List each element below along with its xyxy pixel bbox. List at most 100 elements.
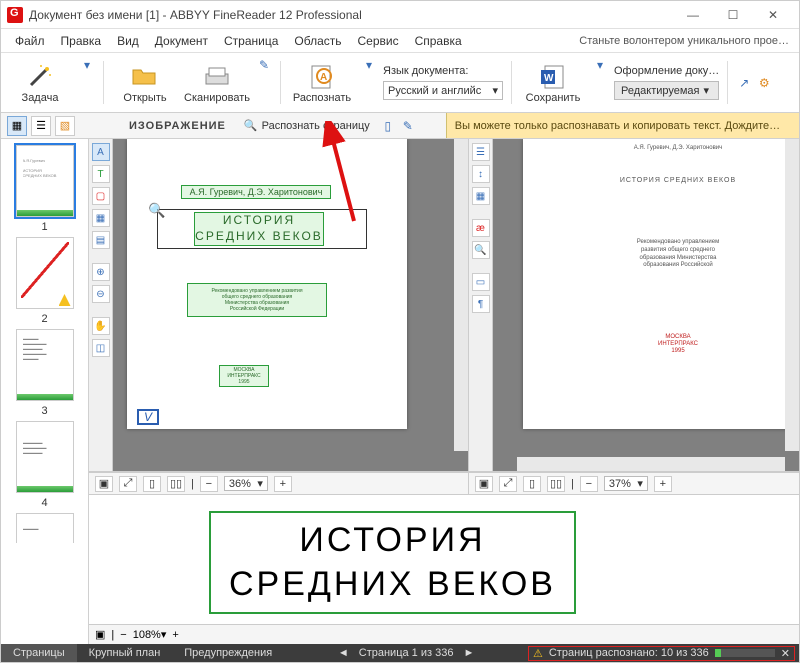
img-page-icon[interactable]: ▯ <box>143 476 161 492</box>
status-tab-close[interactable]: Крупный план <box>77 644 173 662</box>
status-tab-warnings[interactable]: Предупреждения <box>172 644 284 662</box>
menu-page[interactable]: Страница <box>216 32 286 50</box>
scan-settings-icon[interactable]: ✎ <box>256 57 272 73</box>
area-rec[interactable]: Рекомендовано управлением развития общег… <box>187 283 327 317</box>
txt-fith-icon[interactable]: ⤢ <box>499 476 517 492</box>
img-2page-icon[interactable]: ▯▯ <box>167 476 185 492</box>
image-scroll-v[interactable] <box>454 139 468 451</box>
close-icon[interactable]: ✕ <box>781 647 790 660</box>
save-button[interactable]: W Сохранить <box>520 57 586 108</box>
img-zoom-in[interactable]: + <box>274 476 292 492</box>
save-dropdown-icon[interactable]: ▾ <box>592 57 608 73</box>
main-area: А.Я.ГуревичИСТОРИЯСРЕДНИХ ВЕКОВ 1 2 ▬▬▬▬… <box>1 139 799 644</box>
txt-zoom-out[interactable]: − <box>580 476 598 492</box>
eraser-tool[interactable]: ◫ <box>92 339 110 357</box>
recognize-button[interactable]: A Распознать <box>289 57 355 108</box>
text-scroll-v[interactable] <box>785 139 799 451</box>
close-zoom-in[interactable]: + <box>172 629 178 641</box>
folder-icon <box>131 62 159 90</box>
area-publisher[interactable]: МОСКВА ИНТЕРПРАКС 1995 <box>219 365 269 387</box>
menu-help[interactable]: Справка <box>407 32 470 50</box>
page-thumbnail-5[interactable]: ▬▬▬▬ <box>16 513 74 543</box>
task-dropdown-icon[interactable]: ▾ <box>79 57 95 73</box>
img-zoom-out[interactable]: − <box>200 476 218 492</box>
info-banner: Вы можете только распознавать и копирова… <box>446 113 799 138</box>
language-select[interactable]: Русский и английс ▾ <box>383 81 503 100</box>
area-title[interactable]: ИСТОРИЯСРЕДНИХ ВЕКОВ <box>194 212 324 246</box>
select-tool[interactable]: A <box>92 143 110 161</box>
cut-part-tool[interactable]: ⊖ <box>92 285 110 303</box>
style-value: Редактируемая <box>621 85 700 97</box>
page-thumbnail-3[interactable]: ▬▬▬▬▬▬▬▬▬▬▬▬▬▬▬▬▬▬▬▬▬▬▬▬▬ <box>16 329 74 401</box>
pager-next-icon[interactable]: ► <box>463 647 474 659</box>
table-area-tool[interactable]: ▦ <box>92 209 110 227</box>
menu-service[interactable]: Сервис <box>350 32 407 50</box>
img-fith-icon[interactable]: ⤢ <box>119 476 137 492</box>
status-tab-pages[interactable]: Страницы <box>1 644 77 662</box>
txt-zoom-value[interactable]: 37%▾ <box>604 476 648 491</box>
menu-file[interactable]: Файл <box>7 32 53 50</box>
app-icon <box>7 7 23 23</box>
thumb-4-num: 4 <box>41 497 47 509</box>
area-tool-icon[interactable]: ▯ <box>380 118 396 134</box>
txt-page-icon[interactable]: ▯ <box>523 476 541 492</box>
txt-fit-icon[interactable]: ▣ <box>475 476 493 492</box>
pager-prev-icon[interactable]: ◄ <box>338 647 349 659</box>
style-select[interactable]: Редактируемая ▾ <box>614 81 719 100</box>
hand-tool[interactable]: ✋ <box>92 317 110 335</box>
view-details-button[interactable]: ☰ <box>31 116 51 136</box>
options-icon[interactable]: ⚙ <box>756 75 772 91</box>
view-thumbnails-button[interactable]: ▦ <box>7 116 27 136</box>
add-part-tool[interactable]: ⊕ <box>92 263 110 281</box>
send-icon[interactable]: ↗ <box>736 75 752 91</box>
text-scroll-h[interactable] <box>517 457 785 471</box>
area-authors[interactable]: А.Я. Гуревич, Д.Э. Харитонович <box>181 185 331 199</box>
scan-button[interactable]: Сканировать <box>184 57 250 108</box>
picture-area-tool[interactable]: ▢ <box>92 187 110 205</box>
image-zoom-bar: ▣ ⤢ ▯ ▯▯ | − 36%▾ + <box>89 472 469 494</box>
view-add-button[interactable]: ▧ <box>55 116 75 136</box>
menu-document[interactable]: Документ <box>147 32 216 50</box>
menu-area[interactable]: Область <box>286 32 349 50</box>
close-fit-icon[interactable]: ▣ <box>95 628 105 641</box>
txt-tool-4[interactable]: æ <box>472 219 490 237</box>
txt-tool-3[interactable]: ▦ <box>472 187 490 205</box>
thumb-3-num: 3 <box>41 405 47 417</box>
volunteer-link[interactable]: Станьте волонтером уникального прое… <box>579 35 793 47</box>
close-up-pane[interactable]: ИСТОРИЯ СРЕДНИХ ВЕКОВ ▣ | − 108%▾ + <box>89 494 799 644</box>
img-zoom-value[interactable]: 36%▾ <box>224 476 268 491</box>
txt-title: ИСТОРИЯ СРЕДНИХ ВЕКОВ <box>523 177 799 184</box>
txt-tool-1[interactable]: ☰ <box>472 143 490 161</box>
page-thumbnail-4[interactable]: ▬▬▬▬▬▬▬▬▬▬▬▬▬▬▬▬ <box>16 421 74 493</box>
maximize-button[interactable]: ☐ <box>713 1 753 29</box>
close-button[interactable]: ✕ <box>753 1 793 29</box>
txt-tool-2[interactable]: ↕ <box>472 165 490 183</box>
barcode-area-tool[interactable]: ▤ <box>92 231 110 249</box>
minimize-button[interactable]: — <box>673 1 713 29</box>
menu-edit[interactable]: Правка <box>53 32 110 50</box>
menu-view[interactable]: Вид <box>109 32 147 50</box>
recognize-label: Распознать <box>293 92 351 104</box>
task-button[interactable]: Задача <box>7 57 73 108</box>
recognize-page-button[interactable]: 🔍 Распознать страницу <box>244 119 370 132</box>
close-zoom-value[interactable]: 108%▾ <box>133 628 167 641</box>
text-area-tool[interactable]: T <box>92 165 110 183</box>
page-thumbnail-1[interactable]: А.Я.ГуревичИСТОРИЯСРЕДНИХ ВЕКОВ <box>16 145 74 217</box>
edit-tool-icon[interactable]: ✎ <box>400 118 416 134</box>
selection-box[interactable]: 🔍 ИСТОРИЯСРЕДНИХ ВЕКОВ <box>157 209 367 249</box>
text-page-view[interactable]: А.Я. Гуревич, Д.Э. Харитонович ИСТОРИЯ С… <box>493 139 799 471</box>
txt-tool-7[interactable]: ¶ <box>472 295 490 313</box>
text-toolbar: ☰ ↕ ▦ æ 🔍 ▭ ¶ <box>469 139 493 471</box>
txt-zoom-in[interactable]: + <box>654 476 672 492</box>
image-page-view[interactable]: А.Я. Гуревич, Д.Э. Харитонович 🔍 ИСТОРИЯ… <box>113 139 468 471</box>
chevron-down-icon: ▾ <box>704 84 710 97</box>
text-zoom-bar: ▣ ⤢ ▯ ▯▯ | − 37%▾ + <box>469 472 799 494</box>
txt-2page-icon[interactable]: ▯▯ <box>547 476 565 492</box>
txt-tool-6[interactable]: ▭ <box>472 273 490 291</box>
close-zoom-out[interactable]: − <box>120 629 126 641</box>
recognize-dropdown-icon[interactable]: ▾ <box>361 57 377 73</box>
open-button[interactable]: Открыть <box>112 57 178 108</box>
txt-tool-5[interactable]: 🔍 <box>472 241 490 259</box>
img-fit-icon[interactable]: ▣ <box>95 476 113 492</box>
page-thumbnail-2[interactable] <box>16 237 74 309</box>
